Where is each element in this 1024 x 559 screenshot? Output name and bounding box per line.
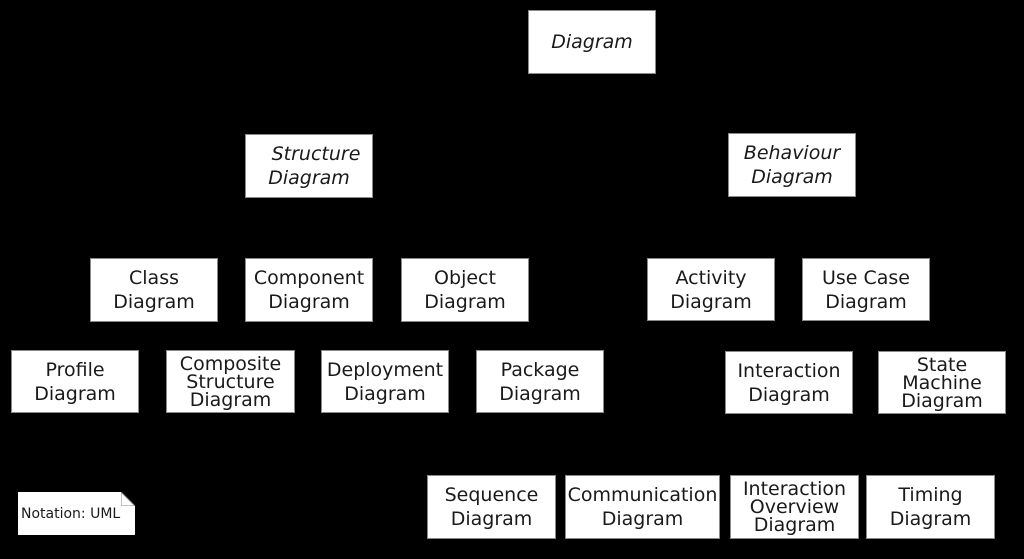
- node-label: Activity: [675, 266, 747, 289]
- node-label: Diagram: [551, 31, 633, 53]
- node-label: Behaviour: [743, 142, 841, 164]
- node-label: Diagram: [499, 382, 581, 405]
- node-label: Structure: [271, 143, 361, 165]
- node-label: Profile: [45, 358, 105, 381]
- notation-note: Notation: UML: [18, 492, 135, 535]
- node-label: Machine: [902, 371, 982, 394]
- node-label: Composite: [179, 352, 282, 375]
- node-label: Component: [253, 267, 365, 289]
- node-label: Diagram: [751, 166, 833, 188]
- node-label: Diagram: [424, 291, 506, 313]
- node-label: Use Case: [821, 266, 911, 289]
- interaction-diagram-node: Interaction Diagram: [725, 351, 853, 414]
- component-diagram-node: Component Diagram: [245, 258, 373, 322]
- node-label: Communication: [567, 484, 718, 506]
- interaction-overview-diagram-node: Interaction Overview Diagram: [730, 475, 859, 539]
- node-label: Diagram: [601, 508, 684, 530]
- package-diagram-node: Package Diagram: [476, 350, 604, 413]
- node-label: Diagram: [450, 508, 533, 530]
- communication-diagram-node: Communication Diagram: [565, 475, 720, 539]
- structure-diagram-node: Structure Diagram: [245, 134, 373, 198]
- node-label: Diagram: [901, 389, 983, 412]
- class-diagram-node: Class Diagram: [90, 258, 218, 322]
- node-label: Diagram: [268, 291, 350, 313]
- node-label: Diagram: [34, 382, 116, 405]
- note-fold-icon: [121, 492, 135, 506]
- activity-diagram-node: Activity Diagram: [647, 258, 775, 321]
- node-label: Diagram: [748, 383, 830, 406]
- node-label: State: [916, 353, 968, 376]
- node-label: Diagram: [889, 508, 972, 530]
- sequence-diagram-node: Sequence Diagram: [427, 475, 556, 539]
- node-label: Diagram: [189, 388, 272, 411]
- node-label: Diagram: [268, 167, 350, 189]
- timing-diagram-node: Timing Diagram: [866, 475, 995, 539]
- node-label: Diagram: [344, 382, 426, 405]
- node-label: Diagram: [113, 291, 195, 313]
- node-label: Interaction: [737, 359, 841, 382]
- state-machine-diagram-node: State Machine Diagram: [878, 351, 1006, 414]
- node-label: Timing: [898, 484, 963, 506]
- node-label: Diagram: [825, 290, 907, 313]
- node-label: Diagram: [753, 514, 836, 536]
- use-case-diagram-node: Use Case Diagram: [802, 258, 930, 321]
- note-label: Notation: UML: [21, 505, 121, 522]
- node-label: Object: [434, 267, 496, 289]
- behaviour-diagram-node: Behaviour Diagram: [728, 133, 856, 197]
- node-label: Diagram: [670, 290, 752, 313]
- composite-structure-diagram-node: Composite Structure Diagram: [166, 350, 295, 413]
- node-label: Deployment: [326, 358, 444, 381]
- node-label: Package: [500, 358, 580, 381]
- node-label: Class: [129, 267, 179, 289]
- profile-diagram-node: Profile Diagram: [11, 350, 139, 413]
- diagram-root-node: Diagram: [528, 10, 656, 74]
- object-diagram-node: Object Diagram: [401, 258, 529, 322]
- node-label: Sequence: [444, 484, 539, 506]
- node-label: Structure: [186, 370, 275, 393]
- deployment-diagram-node: Deployment Diagram: [321, 350, 449, 413]
